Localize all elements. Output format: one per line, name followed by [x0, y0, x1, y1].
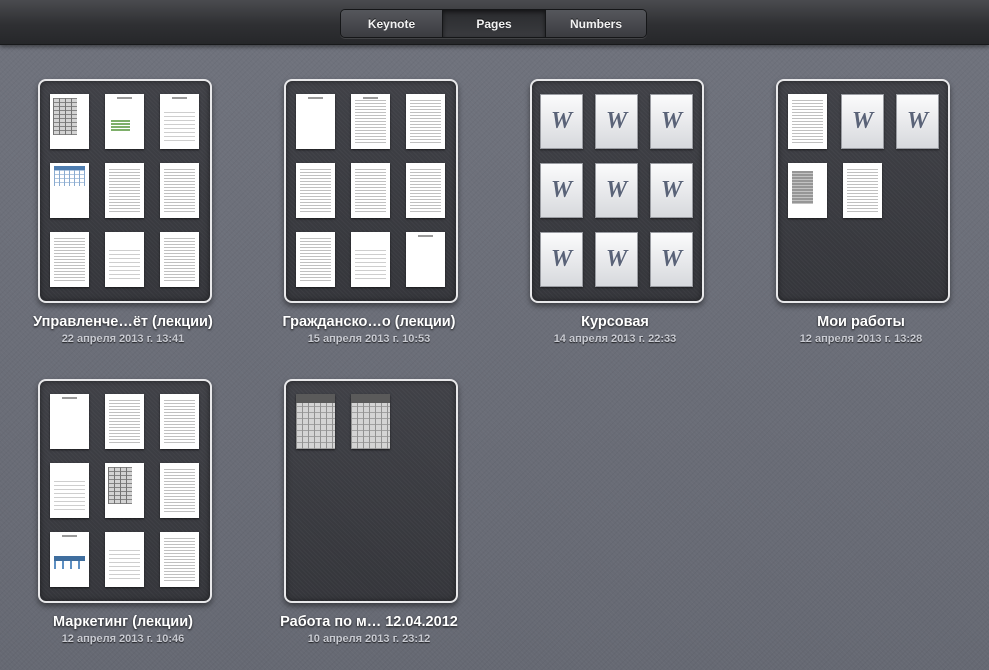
word-document-icon[interactable]: W — [650, 94, 693, 149]
document-thumbnail[interactable] — [105, 232, 144, 287]
tab-numbers[interactable]: Numbers — [546, 10, 646, 37]
toolbar: Keynote Pages Numbers — [0, 0, 989, 45]
document-thumbnail[interactable] — [50, 532, 89, 587]
document-thumbnail[interactable] — [160, 463, 199, 518]
folder-item[interactable]: Работа по м… 12.04.2012 10 апреля 2013 г… — [246, 379, 492, 645]
folder-item[interactable]: Маркетинг (лекции) 12 апреля 2013 г. 10:… — [0, 379, 246, 645]
document-thumbnail[interactable] — [406, 232, 445, 287]
folder-item[interactable]: W W W W W W W W W Курсовая 14 апреля 201… — [492, 79, 738, 345]
folder-thumbnail[interactable]: W W — [776, 79, 950, 303]
document-thumbnail[interactable] — [50, 94, 89, 149]
word-document-icon[interactable]: W — [896, 94, 939, 149]
folder-thumbnail[interactable] — [284, 79, 458, 303]
word-glyph: W — [605, 108, 628, 134]
word-document-icon[interactable]: W — [540, 94, 583, 149]
folder-title[interactable]: Работа по м… 12.04.2012 — [246, 614, 492, 630]
folder-item[interactable]: Управленче…ёт (лекции) 22 апреля 2013 г.… — [0, 79, 246, 345]
document-thumbnail[interactable] — [105, 532, 144, 587]
word-glyph: W — [550, 246, 573, 272]
document-thumbnail[interactable] — [105, 163, 144, 218]
document-thumbnail[interactable] — [351, 94, 390, 149]
document-thumbnail[interactable] — [105, 94, 144, 149]
document-thumbnail[interactable] — [843, 163, 882, 218]
folder-title[interactable]: Гражданско…о (лекции) — [246, 314, 492, 330]
folder-date: 12 апреля 2013 г. 13:28 — [799, 333, 923, 345]
folder-date: 22 апреля 2013 г. 13:41 — [61, 333, 185, 345]
document-thumbnail[interactable] — [351, 394, 390, 449]
word-glyph: W — [660, 108, 683, 134]
word-glyph: W — [660, 246, 683, 272]
document-thumbnail[interactable] — [50, 463, 89, 518]
document-thumbnail[interactable] — [788, 163, 827, 218]
folder-item[interactable]: Гражданско…о (лекции) 15 апреля 2013 г. … — [246, 79, 492, 345]
document-thumbnail[interactable] — [50, 232, 89, 287]
document-thumbnail[interactable] — [160, 163, 199, 218]
document-thumbnail[interactable] — [296, 94, 335, 149]
document-thumbnail[interactable] — [296, 394, 335, 449]
word-document-icon[interactable]: W — [595, 94, 638, 149]
document-thumbnail[interactable] — [50, 163, 89, 218]
folder-title[interactable]: Управленче…ёт (лекции) — [0, 314, 246, 330]
tab-keynote[interactable]: Keynote — [341, 10, 443, 37]
document-thumbnail[interactable] — [160, 94, 199, 149]
word-document-icon[interactable]: W — [650, 232, 693, 287]
document-thumbnail[interactable] — [351, 163, 390, 218]
folder-thumbnail[interactable] — [38, 79, 212, 303]
document-thumbnail[interactable] — [160, 232, 199, 287]
word-document-icon[interactable]: W — [650, 163, 693, 218]
word-glyph: W — [550, 177, 573, 203]
document-thumbnail[interactable] — [105, 463, 144, 518]
word-document-icon[interactable]: W — [540, 163, 583, 218]
word-document-icon[interactable]: W — [595, 163, 638, 218]
word-document-icon[interactable]: W — [595, 232, 638, 287]
document-thumbnail[interactable] — [351, 232, 390, 287]
folder-item[interactable]: W W Мои работы 12 апреля 2013 г. 13:28 — [738, 79, 984, 345]
document-thumbnail[interactable] — [788, 94, 827, 149]
document-thumbnail[interactable] — [296, 163, 335, 218]
folder-thumbnail[interactable] — [284, 379, 458, 603]
folder-thumbnail[interactable]: W W W W W W W W W — [530, 79, 704, 303]
folder-date: 15 апреля 2013 г. 10:53 — [307, 333, 431, 345]
document-thumbnail[interactable] — [406, 163, 445, 218]
word-document-icon[interactable]: W — [540, 232, 583, 287]
word-glyph: W — [605, 177, 628, 203]
word-document-icon[interactable]: W — [841, 94, 884, 149]
document-thumbnail[interactable] — [50, 394, 89, 449]
app-segmented-control: Keynote Pages Numbers — [340, 9, 647, 38]
folder-thumbnail[interactable] — [38, 379, 212, 603]
folder-title[interactable]: Мои работы — [738, 314, 984, 330]
word-glyph: W — [906, 108, 929, 134]
tab-pages[interactable]: Pages — [443, 10, 546, 37]
word-glyph: W — [851, 108, 874, 134]
folder-date: 10 апреля 2013 г. 23:12 — [307, 633, 431, 645]
document-thumbnail[interactable] — [406, 94, 445, 149]
word-glyph: W — [605, 246, 628, 272]
word-glyph: W — [660, 177, 683, 203]
folder-date: 14 апреля 2013 г. 22:33 — [553, 333, 677, 345]
folder-title[interactable]: Маркетинг (лекции) — [0, 614, 246, 630]
document-thumbnail[interactable] — [105, 394, 144, 449]
document-thumbnail[interactable] — [160, 394, 199, 449]
word-glyph: W — [550, 108, 573, 134]
folder-title[interactable]: Курсовая — [492, 314, 738, 330]
document-thumbnail[interactable] — [160, 532, 199, 587]
folder-date: 12 апреля 2013 г. 10:46 — [61, 633, 185, 645]
document-thumbnail[interactable] — [296, 232, 335, 287]
